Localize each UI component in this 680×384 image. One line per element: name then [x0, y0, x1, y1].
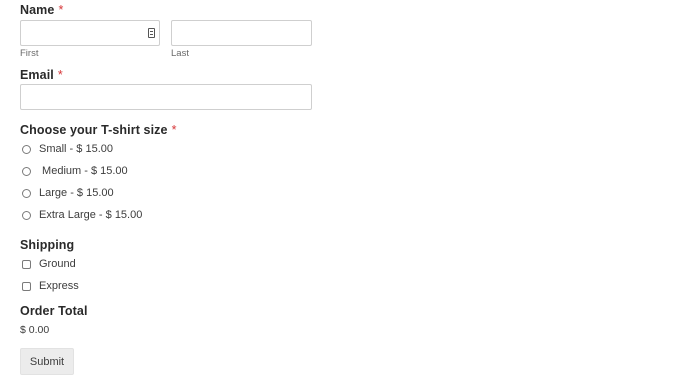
radio-button[interactable] [22, 210, 31, 220]
tshirt-option-extra-large[interactable]: Extra Large - $ 15.00 [20, 207, 142, 223]
shipping-option-express[interactable]: Express [20, 278, 79, 294]
shipping-option-ground[interactable]: Ground [20, 256, 76, 272]
name-label: Name * [20, 3, 64, 17]
tshirt-option-label: Medium - $ 15.00 [39, 165, 128, 177]
shipping-label: Shipping [20, 238, 75, 252]
tshirt-size-label: Choose your T-shirt size * [20, 123, 177, 137]
tshirt-option-label: Large - $ 15.00 [39, 187, 114, 199]
tshirt-option-label: Small - $ 15.00 [39, 143, 113, 155]
tshirt-option-label: Extra Large - $ 15.00 [39, 209, 143, 221]
contact-card-icon[interactable] [148, 28, 155, 38]
last-name-input[interactable] [171, 20, 312, 46]
checkbox[interactable] [22, 281, 31, 291]
shipping-option-label: Express [39, 280, 79, 292]
radio-button[interactable] [22, 166, 31, 176]
shipping-option-label: Ground [39, 258, 76, 270]
first-name-sublabel: First [20, 48, 39, 59]
order-total-label: Order Total [20, 304, 88, 318]
email-input[interactable] [20, 84, 312, 110]
order-total-value: $ 0.00 [20, 324, 50, 336]
submit-button[interactable]: Submit [20, 348, 74, 375]
tshirt-option-large[interactable]: Large - $ 15.00 [20, 185, 114, 201]
radio-button[interactable] [22, 188, 31, 198]
required-mark: * [171, 123, 177, 137]
tshirt-option-small[interactable]: Small - $ 15.00 [20, 141, 113, 157]
checkbox[interactable] [22, 259, 31, 269]
required-mark: * [58, 3, 64, 17]
required-mark: * [57, 68, 63, 82]
first-name-input[interactable] [20, 20, 160, 46]
tshirt-option-medium[interactable]: Medium - $ 15.00 [20, 163, 128, 179]
email-label: Email * [20, 68, 63, 82]
radio-button[interactable] [22, 144, 31, 154]
last-name-sublabel: Last [171, 48, 189, 59]
